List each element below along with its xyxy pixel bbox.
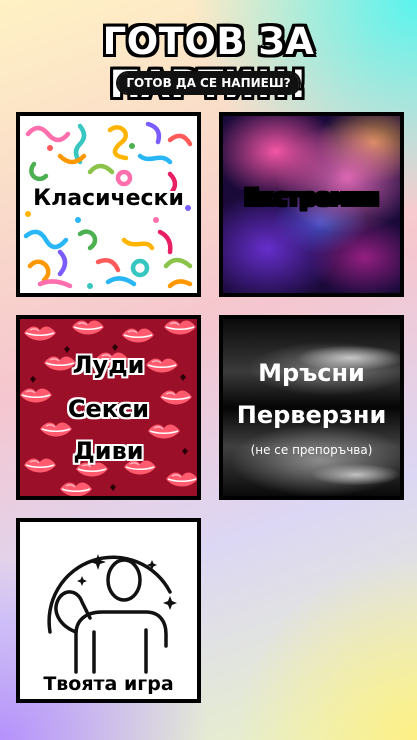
- category-dirty-card[interactable]: Мръсни Перверзни (не се препоръчва): [219, 315, 404, 500]
- crazy-label-3: Диви: [73, 437, 144, 465]
- custom-label: Твоята игра: [43, 673, 174, 695]
- category-classic-card[interactable]: Класически: [16, 112, 201, 297]
- category-crazy-card[interactable]: Луди Секси Диви: [16, 315, 201, 500]
- crazy-label-2: Секси: [67, 395, 150, 423]
- category-extreme-card[interactable]: Екстремни: [219, 112, 404, 297]
- dirty-note: (не се препоръчва): [250, 443, 373, 457]
- category-custom-card[interactable]: Твоята игра: [16, 518, 201, 703]
- app-title: ГОТОВ ЗА ПАРТИ!!!: [102, 20, 315, 106]
- crazy-label-1: Луди: [72, 351, 145, 379]
- classic-label: Класически: [33, 186, 184, 211]
- dirty-label-1: Мръсни: [258, 359, 365, 387]
- extreme-label: Екстремни: [243, 186, 380, 211]
- app-subtitle: ГОТОВ ДА СЕ НАПИЕШ?: [0, 73, 417, 93]
- dirty-label-2: Перверзни: [236, 401, 387, 429]
- subtitle-pill: ГОТОВ ДА СЕ НАПИЕШ?: [118, 73, 299, 93]
